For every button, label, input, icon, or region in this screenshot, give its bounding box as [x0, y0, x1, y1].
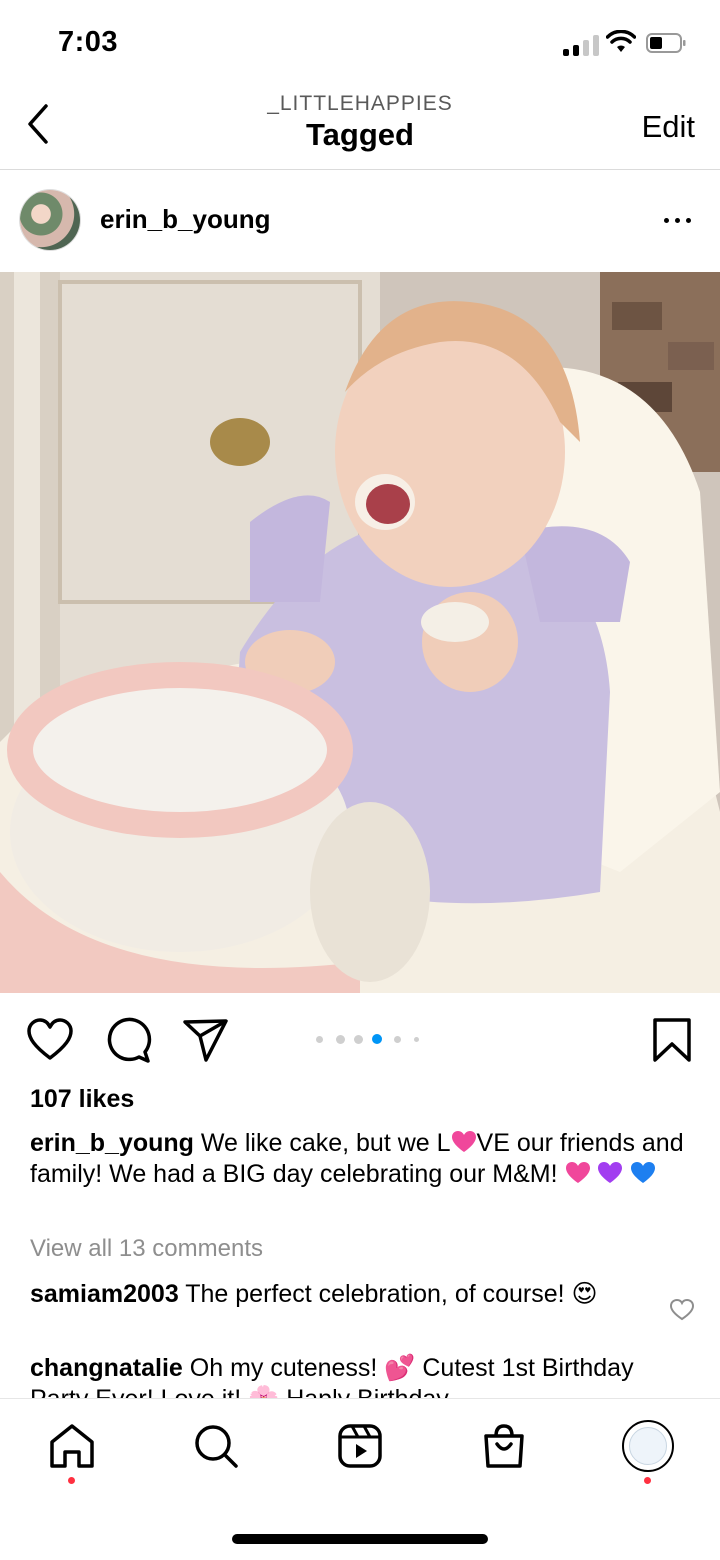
reels-icon[interactable] — [336, 1422, 384, 1470]
like-count[interactable]: 107 likes — [30, 1085, 134, 1114]
comment-icon[interactable] — [104, 1016, 152, 1064]
header-divider — [0, 169, 720, 170]
caption-text-1: We like cake, but we L — [200, 1129, 451, 1157]
avatar[interactable] — [20, 190, 80, 250]
carousel-dot — [336, 1034, 345, 1044]
heart-icon[interactable] — [26, 1016, 74, 1064]
comment-item: changnatalie Oh my cuteness! 💕 Cutest 1s… — [30, 1353, 650, 1398]
post-caption: erin_b_young We like cake, but we L VE ou… — [30, 1128, 695, 1190]
home-indicator — [232, 1534, 488, 1544]
post-username[interactable]: erin_b_young — [100, 204, 270, 235]
status-time: 7:03 — [58, 26, 119, 58]
profile-logo — [629, 1427, 667, 1465]
page-title: Tagged — [306, 117, 414, 152]
carousel-dot — [394, 1035, 401, 1043]
battery-icon — [646, 33, 686, 53]
search-icon[interactable] — [192, 1422, 240, 1470]
carousel-dot — [372, 1034, 382, 1044]
purple-heart-icon — [598, 1162, 623, 1183]
comment-username[interactable]: samiam2003 — [30, 1280, 179, 1308]
account-name: _LITTLEHAPPIES — [267, 92, 453, 115]
comment-text: The perfect celebration, of course! 😍 — [185, 1280, 598, 1308]
view-all-comments[interactable]: View all 13 comments — [30, 1235, 263, 1263]
shop-icon[interactable] — [480, 1422, 528, 1470]
pink-heart-icon — [451, 1131, 476, 1152]
post-photo[interactable] — [0, 272, 720, 993]
profile-notification-dot — [644, 1477, 651, 1484]
caption-username[interactable]: erin_b_young — [30, 1129, 194, 1157]
blue-heart-icon — [631, 1162, 656, 1183]
carousel-dot — [414, 1036, 419, 1042]
comment-username[interactable]: changnatalie — [30, 1354, 183, 1382]
comment-item: samiam2003 The perfect celebration, of c… — [30, 1279, 650, 1310]
pink-heart-icon — [565, 1162, 590, 1183]
comment-like-icon[interactable] — [669, 1298, 695, 1322]
bookmark-icon[interactable] — [648, 1016, 696, 1064]
carousel-dot — [354, 1034, 363, 1044]
carousel-dot — [316, 1035, 323, 1043]
more-icon[interactable] — [658, 207, 698, 233]
wifi-icon — [606, 30, 636, 52]
edit-button[interactable]: Edit — [642, 109, 695, 145]
profile-icon[interactable] — [622, 1420, 674, 1472]
signal-icon — [563, 34, 599, 56]
share-icon[interactable] — [182, 1016, 230, 1064]
carousel-indicator — [316, 1034, 422, 1044]
home-icon[interactable] — [48, 1422, 96, 1470]
home-notification-dot — [68, 1477, 75, 1484]
